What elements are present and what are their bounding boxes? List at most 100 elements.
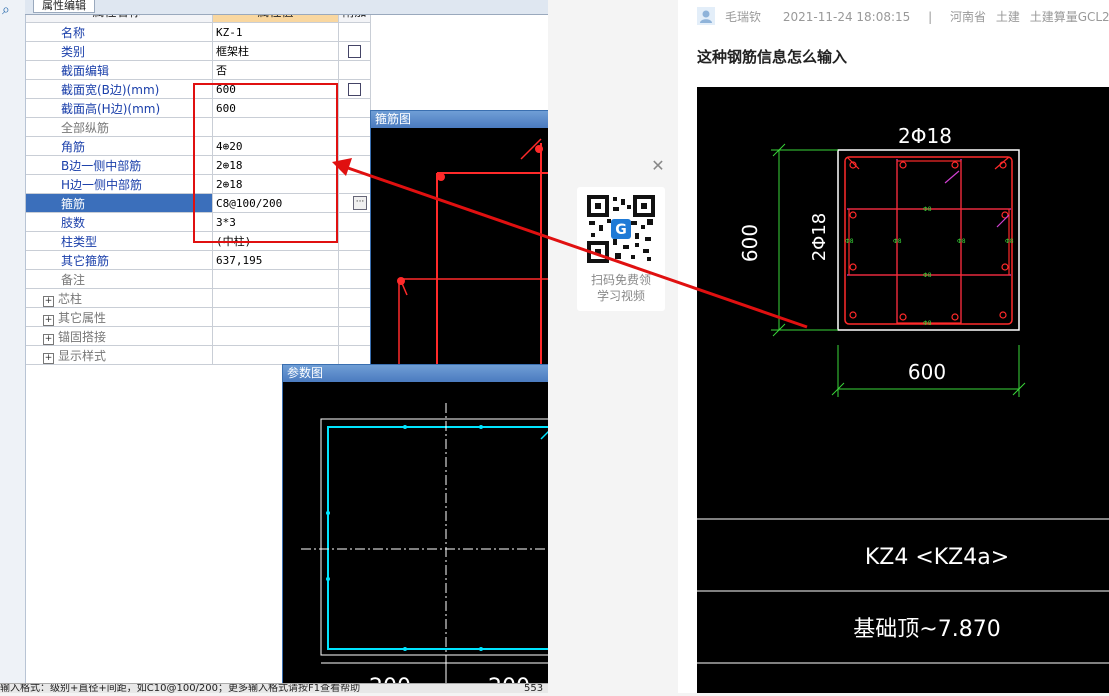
property-name[interactable]: 箍筋 — [20, 193, 213, 213]
property-name[interactable]: + 芯柱 — [20, 288, 213, 308]
column-section-drawing[interactable]: 2Φ18 Φ8 Φ8 Φ8 Φ8 Φ8 Φ8 Φ8 2Φ18 600 600 K… — [697, 87, 1109, 693]
top-rebar-label: 2Φ18 — [898, 124, 952, 148]
table-row[interactable]: 33+锚固搭接 — [0, 326, 371, 346]
tie-label: Φ8 — [893, 238, 902, 245]
expand-icon[interactable]: + — [43, 295, 54, 307]
property-extra — [338, 174, 371, 194]
column-name-label: KZ4 <KZ4a> — [865, 545, 1009, 570]
table-row[interactable]: 20+其它属性 — [0, 307, 371, 327]
rebar-circle — [951, 313, 959, 321]
rebar-dot — [326, 511, 330, 515]
property-value[interactable]: KZ-1 — [212, 22, 339, 42]
property-name-text: 类别 — [61, 44, 86, 59]
table-row[interactable]: 2类别框架柱 — [0, 41, 371, 61]
qr-card[interactable]: G 扫码免费领 学习视频 — [577, 187, 665, 311]
property-name[interactable]: + 显示样式 — [20, 345, 213, 365]
property-extra — [338, 231, 371, 251]
rebar-circle — [999, 311, 1007, 319]
property-extra — [338, 326, 371, 346]
tab-property-edit[interactable]: 属性编辑 — [33, 0, 95, 13]
parameter-diagram-window[interactable]: 参数图 200 200 — [282, 364, 548, 693]
property-name[interactable]: 截面宽(B边)(mm) — [20, 79, 213, 99]
table-row[interactable]: 13其它箍筋637,195 — [0, 250, 371, 270]
property-name-text: 其它属性 — [58, 310, 107, 325]
tie-label: Φ8 — [1005, 238, 1014, 245]
param-window-title[interactable]: 参数图 — [283, 365, 548, 382]
parameter-diagram: 200 200 — [301, 403, 548, 693]
meta-separator: | — [928, 10, 933, 24]
property-name-text: 芯柱 — [58, 291, 83, 306]
outer-stirrup — [844, 156, 1013, 325]
property-name-text: 锚固搭接 — [58, 329, 107, 344]
table-row[interactable]: 15+芯柱 — [0, 288, 371, 308]
property-extra — [338, 60, 371, 80]
property-name-text: 肢数 — [61, 215, 86, 230]
expand-icon[interactable]: + — [43, 314, 54, 326]
tag-software[interactable]: 土建算量GCL2013 — [1030, 10, 1109, 24]
post-datetime: 2021-11-24 18:08:15 — [782, 10, 911, 24]
property-value[interactable]: 框架柱 — [212, 41, 339, 61]
property-name[interactable]: B边一侧中部筋 — [20, 155, 213, 175]
rebar-circle — [849, 211, 857, 219]
property-name-text: 柱类型 — [61, 234, 98, 249]
extra-checkbox[interactable] — [348, 44, 361, 58]
hook-line — [846, 156, 860, 170]
property-extra — [338, 307, 371, 327]
property-name[interactable]: 类别 — [20, 41, 213, 61]
expand-icon[interactable]: + — [43, 333, 54, 345]
property-name-text: H边一侧中部筋 — [61, 177, 143, 192]
property-name[interactable]: 肢数 — [20, 212, 213, 232]
cad-drawing: 2Φ18 Φ8 Φ8 Φ8 Φ8 Φ8 Φ8 Φ8 2Φ18 600 600 K… — [697, 124, 1109, 664]
tie-label: Φ8 — [957, 238, 966, 245]
property-value-text: 否 — [216, 64, 227, 77]
search-icon[interactable]: ⌕ — [2, 2, 20, 20]
stirrup-diagram-window[interactable]: 箍筋图 — [370, 110, 548, 372]
ellipsis-button[interactable]: ··· — [353, 196, 367, 210]
tag-category[interactable]: 土建 — [996, 10, 1020, 24]
stirrup-window-title[interactable]: 箍筋图 — [371, 111, 548, 128]
height-dim-label: 600 — [738, 224, 762, 262]
rebar-dot — [403, 425, 407, 429]
property-value[interactable] — [212, 345, 339, 365]
table-row[interactable]: 1名称KZ-1 — [0, 22, 371, 42]
property-name[interactable]: + 其它属性 — [20, 307, 213, 327]
highlight-box — [193, 83, 338, 243]
property-name[interactable]: 备注 — [20, 269, 213, 289]
property-value-text: 框架柱 — [216, 45, 249, 58]
property-name[interactable]: 全部纵筋 — [20, 117, 213, 137]
post-title: 这种钢筋信息怎么输入 — [697, 48, 848, 66]
property-value[interactable] — [212, 288, 339, 308]
expand-icon[interactable]: + — [43, 352, 54, 364]
property-value[interactable]: 否 — [212, 60, 339, 80]
property-name-text: B边一侧中部筋 — [61, 158, 142, 173]
property-name[interactable]: 截面高(H边)(mm) — [20, 98, 213, 118]
property-value[interactable] — [212, 326, 339, 346]
tag-province[interactable]: 河南省 — [950, 10, 986, 24]
property-name[interactable]: 名称 — [20, 22, 213, 42]
table-row[interactable]: 3截面编辑否 — [0, 60, 371, 80]
property-value[interactable]: 637,195 — [212, 250, 339, 270]
property-name[interactable]: H边一侧中部筋 — [20, 174, 213, 194]
avatar[interactable] — [697, 7, 715, 25]
author-name[interactable]: 毛瑞钦 — [725, 10, 761, 24]
rebar-circle — [899, 161, 907, 169]
property-name-text: 名称 — [61, 25, 86, 40]
extra-checkbox[interactable] — [348, 82, 361, 96]
property-value[interactable] — [212, 307, 339, 327]
rebar-dot — [535, 145, 543, 153]
table-row[interactable]: 48+显示样式 — [0, 345, 371, 365]
elevation-label: 基础顶~7.870 — [853, 617, 1000, 642]
property-name[interactable]: + 锚固搭接 — [20, 326, 213, 346]
table-row[interactable]: 14备注 — [0, 269, 371, 289]
property-name[interactable]: 其它箍筋 — [20, 250, 213, 270]
property-name[interactable]: 截面编辑 — [20, 60, 213, 80]
property-name[interactable]: 角筋 — [20, 136, 213, 156]
width-dim-label: 600 — [908, 360, 946, 384]
close-icon[interactable]: ✕ — [650, 158, 666, 174]
property-name[interactable]: 柱类型 — [20, 231, 213, 251]
property-value[interactable] — [212, 269, 339, 289]
tie-label: Φ8 — [923, 320, 932, 327]
inner-stirrup — [896, 160, 962, 324]
tie-label: Φ8 — [845, 238, 854, 245]
property-extra — [338, 79, 371, 99]
